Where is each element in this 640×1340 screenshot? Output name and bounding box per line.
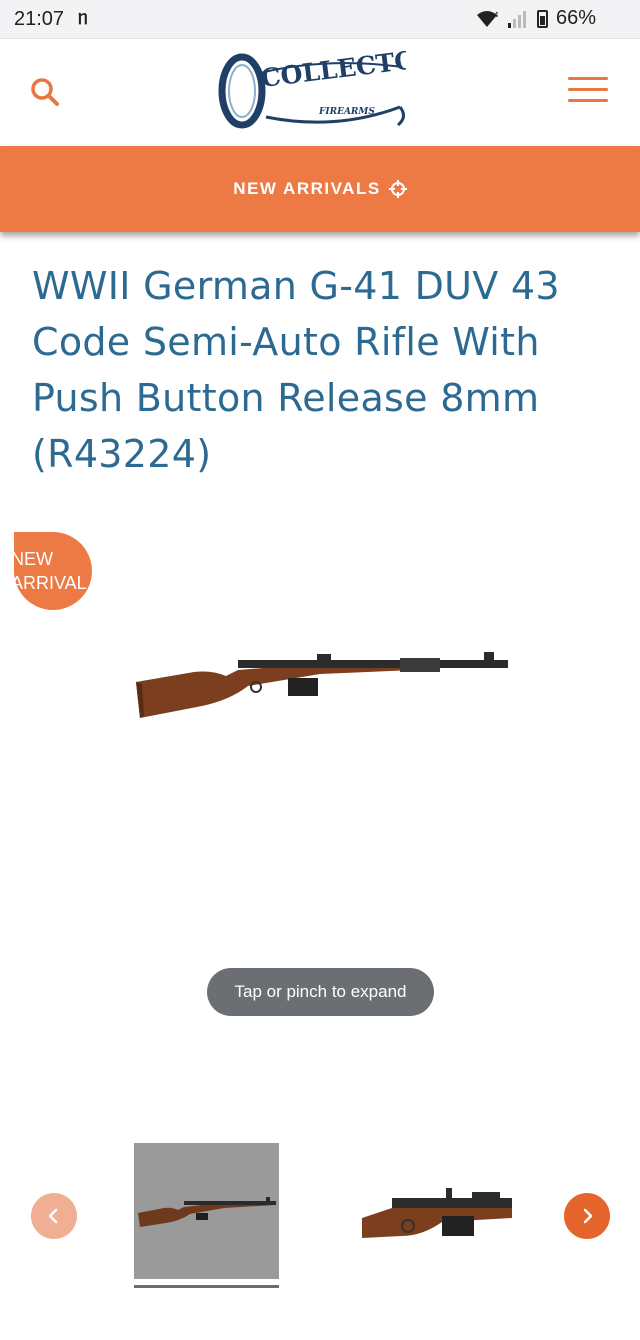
status-time: 21:07 [14,8,65,30]
download-notification-icon: ᥒ [78,8,88,28]
status-bar: 21:07 ᥒ ↕ 66% [0,0,640,38]
thumbnail-selected-indicator [134,1285,279,1288]
svg-text:↕: ↕ [494,11,499,19]
battery-level: 66% [555,7,596,29]
menu-button[interactable] [568,77,608,105]
product-title: WWII German G-41 DUV 43 Code Semi-Auto R… [32,264,560,476]
crosshair-icon [388,180,407,198]
expand-hint-toast: Tap or pinch to expand [207,968,434,1016]
product-main-image[interactable] [130,640,510,730]
status-icons: ↕ 66% [475,7,596,30]
chevron-left-icon [48,1208,58,1224]
battery-icon [536,9,548,28]
hamburger-menu-icon [568,77,608,102]
thumbnail-next-button[interactable] [564,1193,610,1239]
thumbnail-1-rifle-image [138,1197,276,1227]
search-icon [31,78,59,106]
expand-hint-text: Tap or pinch to expand [234,982,407,1001]
new-arrival-badge: NEW ARRIVAL [14,532,92,610]
wifi-icon: ↕ [476,10,499,27]
collectors-firearms-logo[interactable]: COLLECTORS FIREARMS [216,51,406,133]
product-thumbnail-2[interactable] [362,1178,512,1248]
signal-icon [507,10,526,28]
search-button[interactable] [28,75,62,109]
product-thumbnail-1[interactable] [134,1143,279,1279]
new-arrival-badge-text: NEW ARRIVAL [14,549,87,593]
logo-text: COLLECTORS [259,51,406,93]
new-arrivals-label: NEW ARRIVALS [233,179,381,198]
new-arrivals-button[interactable]: NEW ARRIVALS [0,146,640,232]
site-header: COLLECTORS FIREARMS [0,38,640,147]
thumbnail-prev-button[interactable] [31,1193,77,1239]
chevron-right-icon [583,1208,593,1224]
